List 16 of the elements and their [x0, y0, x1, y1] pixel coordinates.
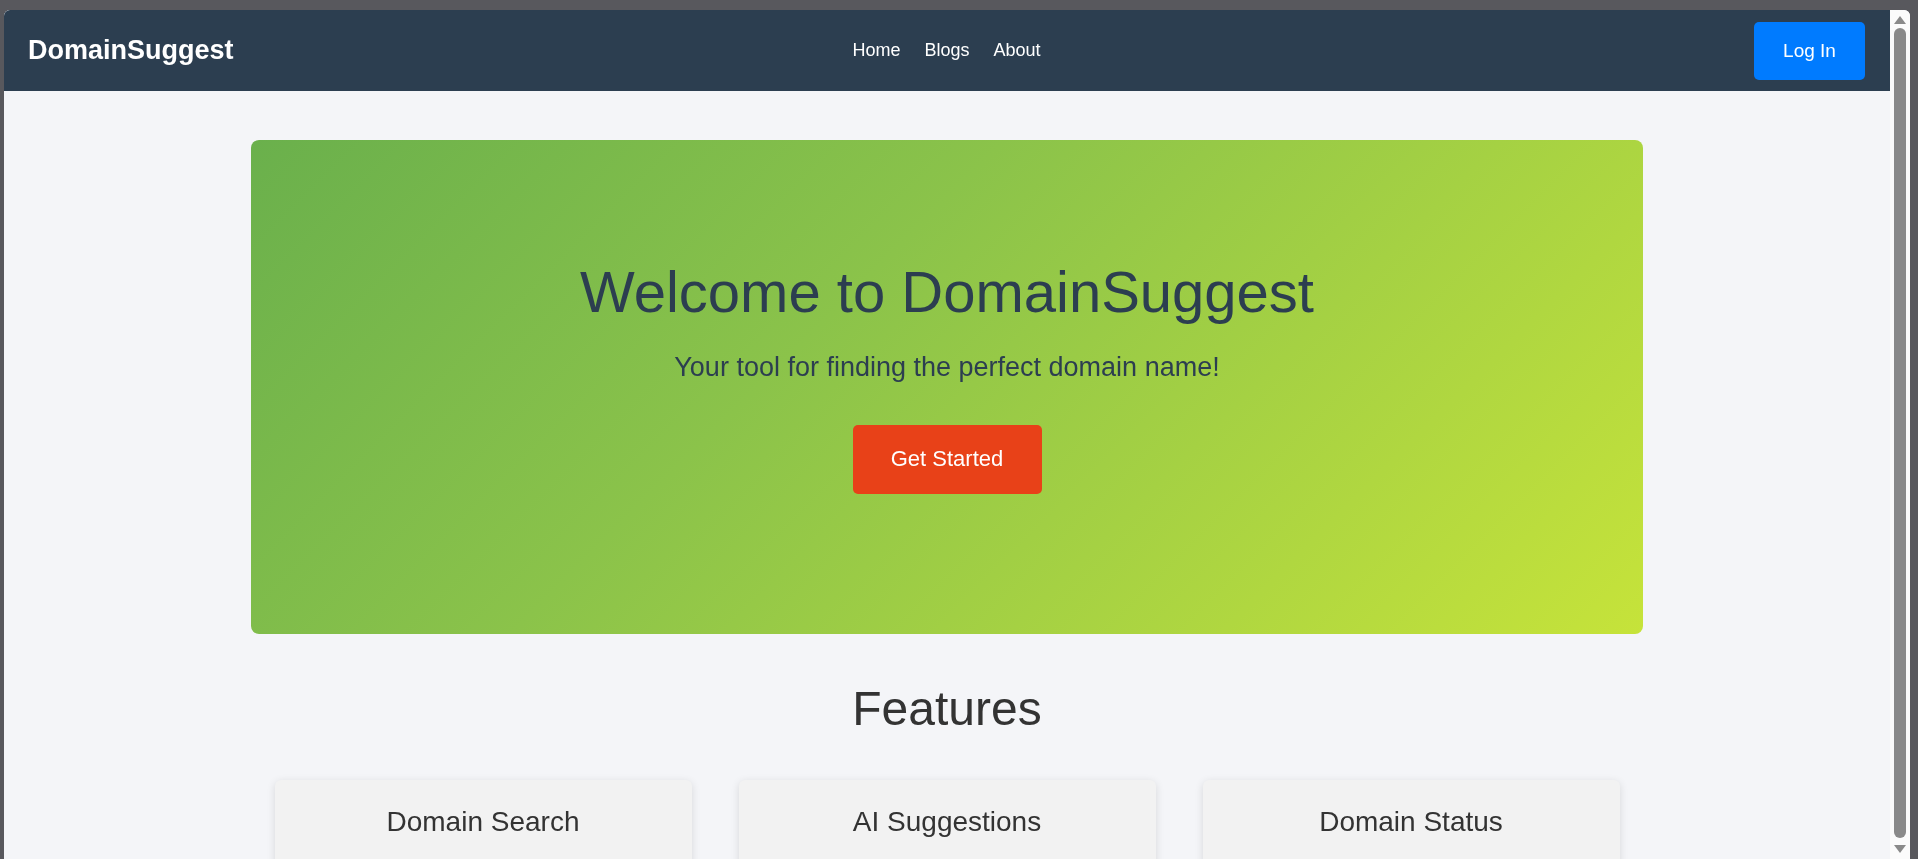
card-title: AI Suggestions	[851, 805, 1043, 838]
login-button[interactable]: Log In	[1754, 21, 1865, 80]
hero-subtitle: Your tool for finding the perfect domain name!	[674, 351, 1220, 383]
scroll-up-icon[interactable]	[1894, 16, 1906, 24]
hero-title: Welcome to DomainSuggest	[580, 260, 1314, 324]
nav-link[interactable]: Blogs	[924, 40, 970, 61]
scrollbar-thumb[interactable]	[1894, 28, 1906, 838]
card-title: Domain Status	[1318, 805, 1504, 838]
section-heading: Features	[851, 681, 1043, 737]
get-started-button[interactable]: Get Started	[852, 424, 1042, 494]
scroll-down-icon[interactable]	[1894, 845, 1906, 853]
nav-link[interactable]: About	[993, 40, 1041, 61]
logo-text[interactable]: DomainSuggest	[28, 35, 234, 66]
scrollbar[interactable]	[1890, 10, 1910, 859]
card-title: Domain Search	[385, 805, 581, 838]
nav-link[interactable]: Home	[852, 40, 901, 61]
